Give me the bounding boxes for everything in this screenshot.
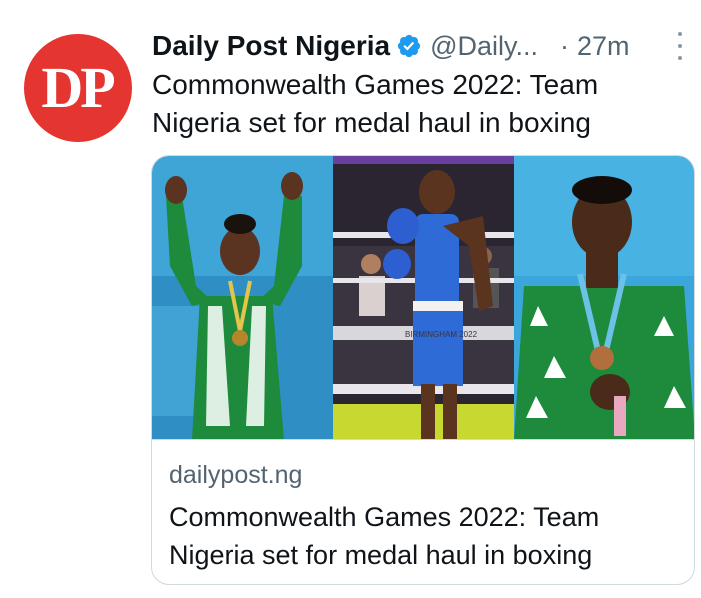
more-options-icon[interactable] [673,32,687,60]
tweet-header: Daily Post Nigeria @Daily... · 27m [152,26,687,66]
ring-banner-text: BIRMINGHAM 2022 [405,330,478,339]
link-card[interactable]: BIRMINGHAM 2022 dailypost.ng Commonwealt… [151,155,695,585]
card-title[interactable]: Commonwealth Games 2022: Team Nigeria se… [169,498,679,574]
avatar[interactable]: DP [24,34,132,142]
timestamp[interactable]: 27m [577,31,630,62]
separator-dot: · [560,30,570,61]
avatar-logo-text: DP [41,55,115,120]
card-image-panel-boxing-ring: BIRMINGHAM 2022 [333,156,514,439]
handle[interactable]: @Daily... [430,31,538,62]
card-image-panel-male-boxer [513,156,694,439]
tweet[interactable]: DP Daily Post Nigeria @Daily... · 27m Co… [0,0,701,598]
card-image-panel-female-boxer [152,156,334,439]
card-domain: dailypost.ng [169,461,303,489]
card-body[interactable]: dailypost.ng Commonwealth Games 2022: Te… [152,440,694,574]
display-name[interactable]: Daily Post Nigeria [152,30,390,62]
card-image[interactable]: BIRMINGHAM 2022 [152,156,694,440]
tweet-text: Commonwealth Games 2022: Team Nigeria se… [152,69,599,138]
verified-badge-icon [396,33,422,59]
